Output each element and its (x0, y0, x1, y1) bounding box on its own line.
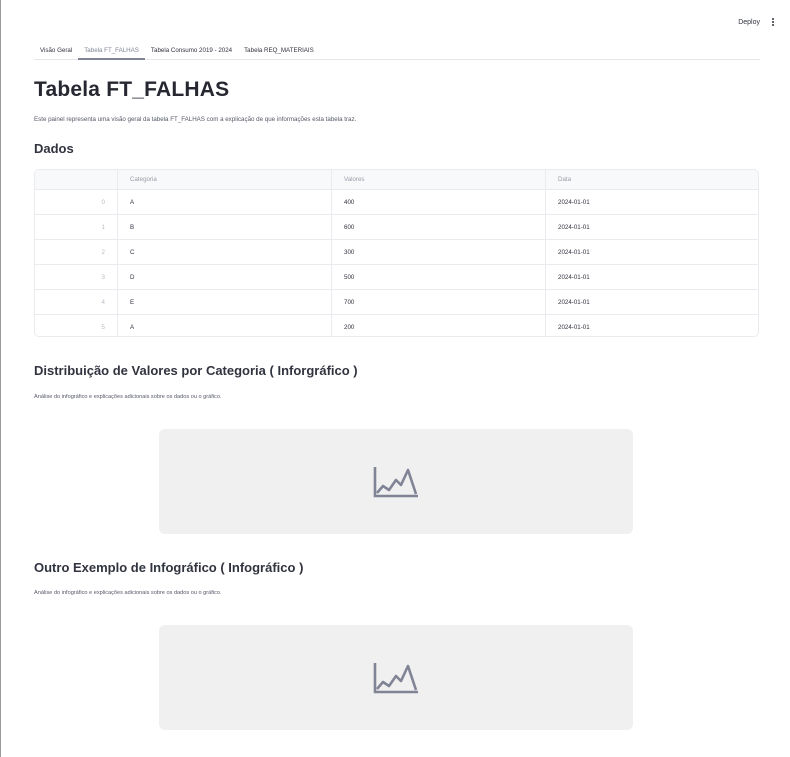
tab-visao-geral[interactable]: Visão Geral (34, 44, 78, 59)
cell-categoria[interactable]: A (117, 314, 332, 336)
cell-data[interactable]: 2024-01-01 (545, 289, 758, 315)
cell-valores[interactable]: 400 (331, 189, 546, 215)
infographic-placeholder (159, 625, 633, 730)
cell-categoria[interactable]: E (117, 289, 332, 315)
row-index: 1 (35, 214, 118, 240)
distribuicao-description: Análise do infográfico e explicações adi… (34, 394, 222, 400)
chart-placeholder-icon (373, 466, 418, 497)
cell-categoria[interactable]: D (117, 264, 332, 290)
column-header-valores[interactable]: Valores (331, 170, 546, 190)
column-header-data[interactable]: Data (545, 170, 758, 190)
table-header-row: Categoria Valores Data (35, 170, 758, 190)
cell-valores[interactable]: 200 (331, 314, 546, 336)
table-row: 3 D 500 2024-01-01 (35, 264, 758, 290)
column-header-index[interactable] (35, 170, 118, 190)
tab-tabela-ft-falhas[interactable]: Tabela FT_FALHAS (78, 44, 145, 60)
cell-categoria[interactable]: C (117, 239, 332, 265)
tab-tabela-consumo[interactable]: Tabela Consumo 2019 - 2024 (145, 44, 238, 59)
deploy-button[interactable]: Deploy (738, 19, 760, 26)
cell-data[interactable]: 2024-01-01 (545, 264, 758, 290)
page-title: Tabela FT_FALHAS (34, 78, 230, 101)
tab-bar: Visão Geral Tabela FT_FALHAS Tabela Cons… (34, 44, 760, 60)
chart-placeholder-icon (373, 662, 418, 693)
cell-data[interactable]: 2024-01-01 (546, 315, 759, 337)
table-row: 1 B 600 2024-01-01 (35, 214, 758, 240)
dados-heading: Dados (34, 141, 74, 156)
cell-categoria[interactable]: A (117, 189, 332, 215)
cell-valores[interactable]: 500 (331, 264, 546, 290)
table-row: 4 E 700 2024-01-01 (35, 289, 758, 315)
row-index: 0 (35, 189, 118, 215)
distribuicao-heading: Distribuição de Valores por Categoria ( … (34, 363, 358, 378)
cell-valores[interactable]: 600 (331, 214, 546, 240)
cell-data[interactable]: 2024-01-01 (545, 214, 758, 240)
tab-tabela-req-materiais[interactable]: Tabela REQ_MATERIAIS (238, 44, 320, 59)
page-description: Este painel representa uma visão geral d… (34, 116, 357, 123)
table-row: 2 C 300 2024-01-01 (35, 239, 758, 265)
cell-data[interactable]: 2024-01-01 (545, 189, 758, 215)
table-row: 5 A 200 2024-01-01 (35, 314, 759, 337)
row-index: 2 (35, 239, 118, 265)
kebab-menu-icon[interactable] (772, 18, 774, 26)
cell-data[interactable]: 2024-01-01 (545, 239, 758, 265)
app-page: Deploy Visão Geral Tabela FT_FALHAS Tabe… (0, 0, 790, 757)
infographic-placeholder (159, 429, 633, 534)
cell-valores[interactable]: 700 (331, 289, 546, 315)
table-row: 0 A 400 2024-01-01 (35, 189, 758, 215)
top-toolbar: Deploy (738, 18, 774, 26)
outro-exemplo-heading: Outro Exemplo de Infográfico ( Infográfi… (34, 560, 304, 575)
cell-categoria[interactable]: B (117, 214, 332, 240)
column-header-categoria[interactable]: Categoria (117, 170, 332, 190)
row-index: 5 (35, 314, 118, 336)
data-table[interactable]: Categoria Valores Data 0 A 400 2024-01-0… (34, 169, 759, 337)
cell-valores[interactable]: 300 (331, 239, 546, 265)
outro-exemplo-description: Análise do infográfico e explicações adi… (34, 590, 222, 596)
row-index: 3 (35, 264, 118, 290)
row-index: 4 (35, 289, 118, 315)
